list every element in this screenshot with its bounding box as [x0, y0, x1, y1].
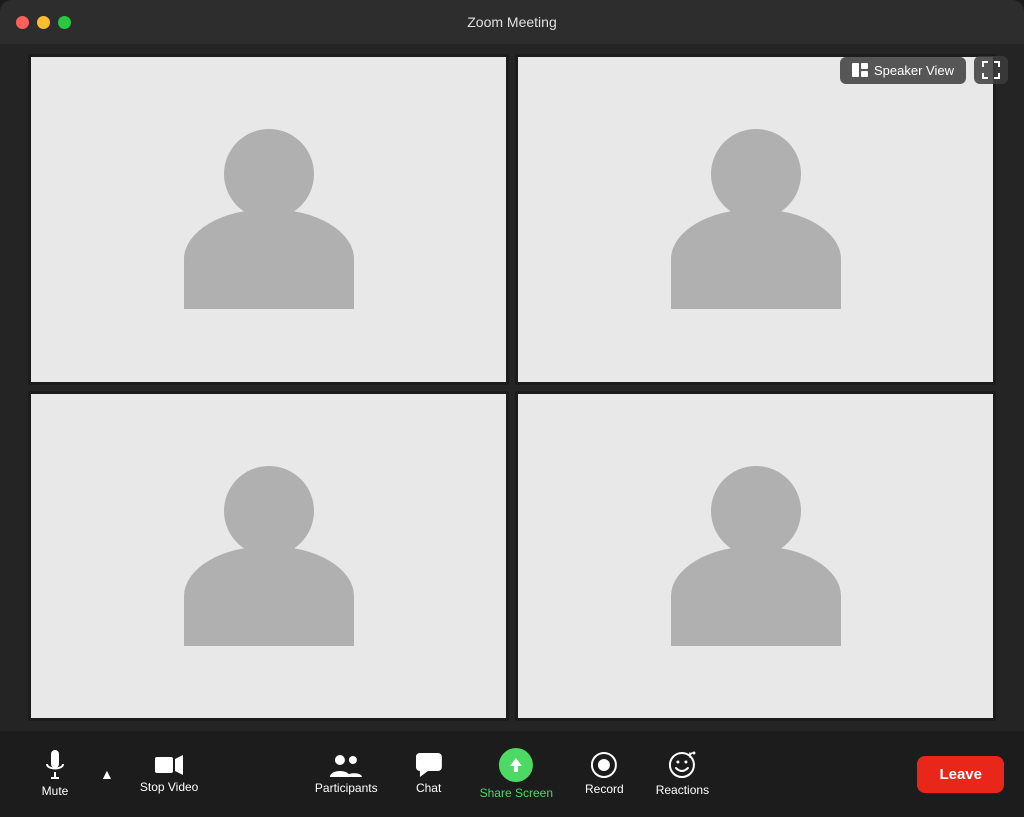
- share-screen-icon: [507, 756, 525, 774]
- avatar-1: [184, 129, 354, 309]
- avatar-head-1: [224, 129, 314, 219]
- avatar-body-3: [184, 546, 354, 646]
- video-cell-4: [515, 391, 996, 722]
- window-title: Zoom Meeting: [467, 14, 556, 30]
- speaker-view-icon: [852, 63, 868, 77]
- title-bar: Zoom Meeting: [0, 0, 1024, 44]
- speaker-view-label: Speaker View: [874, 63, 954, 78]
- mic-icon: [43, 750, 67, 780]
- fullscreen-icon: [982, 61, 1000, 79]
- chat-icon: [416, 753, 442, 777]
- toolbar: Mute ▲ Stop Video Participants: [0, 731, 1024, 817]
- avatar-body-2: [671, 209, 841, 309]
- avatar-body-1: [184, 209, 354, 309]
- close-button[interactable]: [16, 16, 29, 29]
- avatar-body-4: [671, 546, 841, 646]
- toolbar-center: Participants Chat Share Screen Record: [299, 740, 725, 808]
- avatar-2: [671, 129, 841, 309]
- mute-button[interactable]: Mute: [20, 742, 90, 806]
- stop-video-label: Stop Video: [140, 780, 199, 794]
- participants-label: Participants: [315, 781, 378, 795]
- video-grid: [28, 54, 996, 721]
- participants-button[interactable]: Participants: [299, 745, 394, 803]
- toolbar-right: Leave: [917, 756, 1004, 793]
- record-label: Record: [585, 782, 624, 796]
- chat-label: Chat: [416, 781, 441, 795]
- fullscreen-button[interactable]: [974, 56, 1008, 84]
- minimize-button[interactable]: [37, 16, 50, 29]
- stop-video-button[interactable]: Stop Video: [124, 746, 215, 802]
- share-screen-icon-container: [499, 748, 533, 782]
- mute-label: Mute: [42, 784, 69, 798]
- reactions-label: Reactions: [656, 783, 709, 797]
- speaker-view-button[interactable]: Speaker View: [840, 57, 966, 84]
- leave-button[interactable]: Leave: [917, 756, 1004, 793]
- participants-icon: [330, 753, 362, 777]
- record-button[interactable]: Record: [569, 744, 640, 804]
- record-icon: [591, 752, 617, 778]
- avatar-head-2: [711, 129, 801, 219]
- avatar-3: [184, 466, 354, 646]
- video-cell-2: [515, 54, 996, 385]
- video-cell-3: [28, 391, 509, 722]
- toolbar-left: Mute ▲ Stop Video: [20, 742, 214, 806]
- main-area: Speaker View: [0, 44, 1024, 731]
- reactions-icon: [668, 751, 696, 779]
- avatar-head-3: [224, 466, 314, 556]
- share-screen-label: Share Screen: [480, 786, 553, 800]
- window-controls[interactable]: [16, 16, 71, 29]
- video-cell-1: [28, 54, 509, 385]
- chat-button[interactable]: Chat: [394, 745, 464, 803]
- avatar-4: [671, 466, 841, 646]
- maximize-button[interactable]: [58, 16, 71, 29]
- share-screen-button[interactable]: Share Screen: [464, 740, 569, 808]
- mute-chevron-button[interactable]: ▲: [96, 766, 118, 782]
- avatar-head-4: [711, 466, 801, 556]
- view-controls[interactable]: Speaker View: [840, 56, 1008, 84]
- reactions-button[interactable]: Reactions: [640, 743, 725, 805]
- camera-icon: [155, 754, 183, 776]
